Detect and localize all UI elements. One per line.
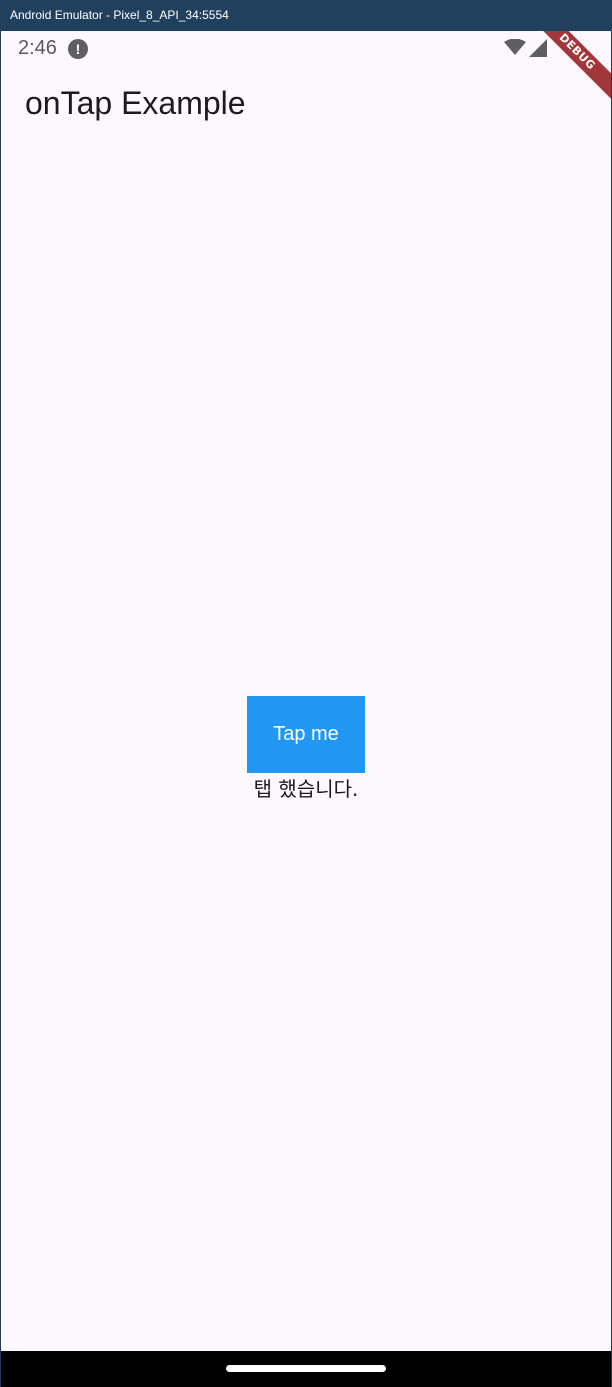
emulator-title-bar: Android Emulator - Pixel_8_API_34:5554 [0,0,612,31]
main-content: Tap me 탭 했습니다. [1,696,611,802]
emulator-window: Android Emulator - Pixel_8_API_34:5554 2… [0,0,612,1387]
app-bar: onTap Example [1,69,611,149]
navigation-bar [1,1351,611,1387]
tap-me-button[interactable]: Tap me [247,696,365,773]
signal-icon [529,39,547,61]
emulator-title: Android Emulator - Pixel_8_API_34:5554 [10,8,229,22]
app-bar-title: onTap Example [25,85,246,121]
status-bar: 2:46 ! DEBUG [1,31,611,101]
device-screen: 2:46 ! DEBUG onTap Example Tap me 탭 했습니다… [1,31,611,1351]
status-clock: 2:46 [18,37,57,59]
tap-result-text: 탭 했습니다. [253,777,359,801]
wifi-icon [504,38,526,59]
home-gesture-handle[interactable] [226,1365,386,1372]
alert-icon: ! [68,39,88,59]
